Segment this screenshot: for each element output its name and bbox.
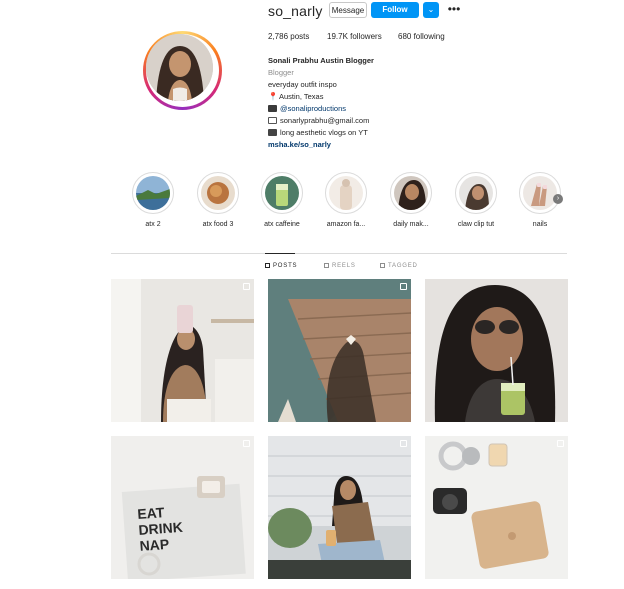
svg-text:EAT: EAT — [137, 504, 165, 522]
tagged-icon — [380, 263, 385, 268]
tab-reels[interactable]: REELS — [324, 263, 356, 269]
avatar-photo — [146, 34, 213, 101]
bio-full-name: Sonali Prabhu Austin Blogger — [268, 56, 374, 65]
highlight-item[interactable]: atx caffeine — [260, 172, 304, 228]
highlight-cover-icon — [394, 176, 428, 210]
profile-avatar[interactable] — [143, 31, 222, 110]
post-thumbnail[interactable] — [268, 436, 411, 579]
highlight-cover-icon — [329, 176, 363, 210]
highlight-label: daily mak... — [393, 221, 429, 228]
highlight-cover-icon — [201, 176, 235, 210]
bio-location-row: 📍Austin, Texas — [268, 91, 374, 103]
tabs-divider — [111, 253, 567, 254]
bio-location: Austin, Texas — [278, 92, 324, 101]
highlight-item[interactable]: atx 2 — [131, 172, 175, 228]
bio-external-link[interactable]: msha.ke/so_narly — [268, 139, 374, 151]
bio-category: Blogger — [268, 68, 294, 77]
post-thumbnail[interactable] — [425, 436, 568, 579]
highlight-label: nails — [532, 221, 548, 228]
more-options-icon[interactable]: ••• — [446, 2, 462, 18]
following-count[interactable]: 680 following — [398, 32, 445, 41]
bio-vlog: long aesthetic vlogs on YT — [280, 128, 368, 137]
bio-email: sonarlyprabhu@gmail.com — [280, 116, 370, 125]
highlight-label: atx caffeine — [264, 221, 300, 228]
grid-icon — [265, 263, 270, 268]
bio-mention-link[interactable]: @sonaliproductions — [280, 104, 346, 113]
profile-bio: Sonali Prabhu Austin Blogger Blogger eve… — [268, 55, 374, 151]
svg-text:NAP: NAP — [139, 536, 170, 554]
tab-tagged[interactable]: TAGGED — [380, 263, 418, 269]
highlight-item[interactable]: amazon fa... — [324, 172, 368, 228]
video-camera-icon — [268, 129, 277, 136]
bio-email-row: sonarlyprabhu@gmail.com — [268, 115, 374, 127]
highlight-label: atx 2 — [145, 221, 161, 228]
highlight-label: atx food 3 — [202, 221, 234, 228]
bio-vlog-row: long aesthetic vlogs on YT — [268, 127, 374, 139]
post-thumbnail[interactable] — [425, 279, 568, 422]
bio-tag-row: @sonaliproductions — [268, 103, 374, 115]
tab-posts-label: POSTS — [273, 263, 298, 269]
tab-tagged-label: TAGGED — [388, 263, 418, 269]
highlight-item[interactable]: claw clip tut — [454, 172, 498, 228]
post-image — [425, 436, 568, 579]
post-thumbnail[interactable] — [268, 279, 411, 422]
mail-icon — [268, 117, 277, 124]
highlight-item[interactable]: atx food 3 — [196, 172, 240, 228]
pin-icon: 📍 — [268, 92, 278, 101]
post-image — [111, 279, 254, 422]
multiple-posts-icon — [243, 283, 250, 290]
multiple-posts-icon — [557, 440, 564, 447]
post-image — [268, 436, 411, 579]
post-thumbnail[interactable] — [111, 279, 254, 422]
post-thumbnail[interactable]: EAT DRINK NAP — [111, 436, 254, 579]
highlight-cover-icon — [523, 176, 557, 210]
multiple-posts-icon — [400, 440, 407, 447]
followers-count[interactable]: 19.7K followers — [327, 32, 382, 41]
highlight-cover-icon — [265, 176, 299, 210]
camera-icon — [268, 105, 277, 112]
post-image — [425, 279, 568, 422]
highlight-label: amazon fa... — [326, 221, 366, 228]
active-tab-indicator — [265, 253, 295, 254]
message-button[interactable]: Message — [329, 2, 367, 18]
multiple-posts-icon — [400, 283, 407, 290]
tab-reels-label: REELS — [332, 263, 356, 269]
profile-username: so_narly — [268, 3, 323, 19]
posts-count: 2,786 posts — [268, 32, 310, 41]
highlight-label: claw clip tut — [457, 221, 495, 228]
highlight-item[interactable]: daily mak... — [389, 172, 433, 228]
svg-text:DRINK: DRINK — [138, 519, 183, 538]
reels-icon — [324, 263, 329, 268]
tab-posts[interactable]: POSTS — [265, 263, 297, 269]
bio-line: everyday outfit inspo — [268, 80, 337, 89]
chevron-right-icon[interactable]: › — [553, 194, 563, 204]
post-image: EAT DRINK NAP — [111, 436, 254, 579]
multiple-posts-icon — [243, 440, 250, 447]
post-image — [268, 279, 411, 422]
highlight-cover-icon — [459, 176, 493, 210]
highlight-cover-icon — [136, 176, 170, 210]
suggested-accounts-chevron-icon[interactable]: ⌄ — [423, 2, 439, 18]
follow-button[interactable]: Follow — [371, 2, 419, 18]
